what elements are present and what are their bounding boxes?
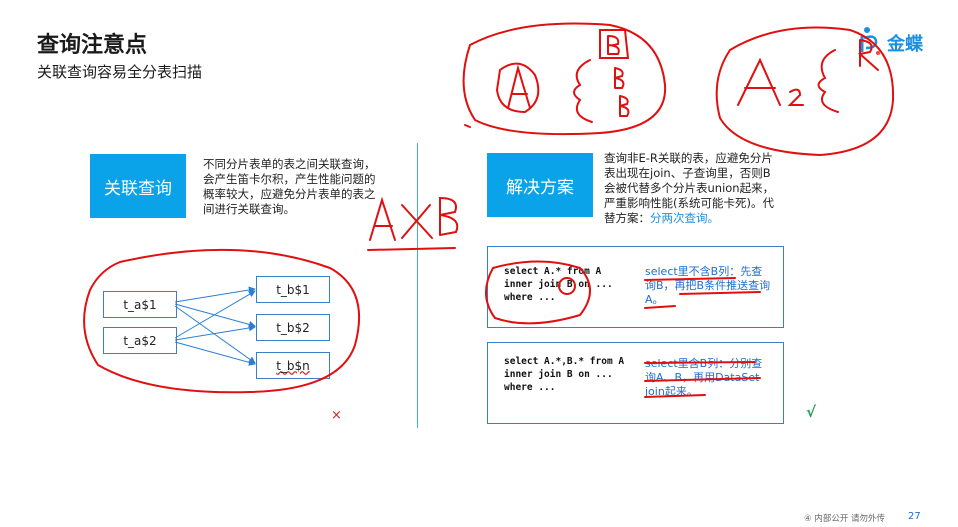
join-query-label-box: 关联查询	[90, 154, 186, 218]
table-b2-box: t_b$2	[256, 314, 330, 341]
code-note-1: select里不含B列：先查询B，再把B条件推送查询A。	[645, 265, 771, 306]
table-a1-box: t_a$1	[103, 291, 177, 318]
wrong-mark: ×	[331, 408, 342, 423]
solution-label-box: 解决方案	[487, 153, 593, 217]
page-subtitle: 关联查询容易全分表扫描	[37, 63, 203, 81]
table-b1-label: t_b$1	[276, 282, 310, 297]
join-query-description: 不同分片表单的表之间关联查询，会产生笛卡尔积，产生性能问题的概率较大，应避免分片…	[203, 157, 376, 216]
code-panel-2: select A.*,B.* from A inner join B on ..…	[487, 342, 784, 424]
table-a2-box: t_a$2	[103, 327, 177, 354]
join-arrows	[174, 286, 256, 366]
table-a2-label: t_a$2	[123, 333, 157, 348]
table-a1-label: t_a$1	[123, 297, 157, 312]
code-panel-1: select A.* from A inner join B on ... wh…	[487, 246, 784, 328]
solution-description-highlight: 分两次查询。	[650, 211, 719, 225]
table-b1-box: t_b$1	[256, 276, 330, 303]
correct-mark: √	[806, 403, 817, 421]
solution-description: 查询非E-R关联的表，应避免分片表出现在join、子查询里，否则B会被代替多个分…	[604, 151, 782, 226]
page-number: 27	[908, 511, 921, 522]
table-bn-label: t_b$n	[276, 358, 310, 373]
table-bn-box: t_b$n	[256, 352, 330, 379]
footer-classification: ④ 内部公开 请勿外传	[804, 514, 886, 524]
page-title: 查询注意点	[37, 33, 148, 58]
logo-text: 金蝶	[887, 34, 923, 55]
table-b2-label: t_b$2	[276, 320, 310, 335]
code-snippet-1: select A.* from A inner join B on ... wh…	[504, 266, 613, 303]
solution-label: 解决方案	[506, 177, 574, 198]
code-snippet-2: select A.*,B.* from A inner join B on ..…	[504, 356, 625, 393]
vertical-divider	[417, 143, 418, 428]
kingdee-logo-icon	[860, 27, 880, 55]
slide: 查询注意点 关联查询容易全分表扫描 金蝶 关联查询 不同分片表单的表之间关联查询…	[0, 0, 958, 527]
join-query-label: 关联查询	[104, 178, 172, 199]
code-note-2: select里含B列：分别查询A、B，再用DataSet join起来。	[645, 357, 763, 398]
